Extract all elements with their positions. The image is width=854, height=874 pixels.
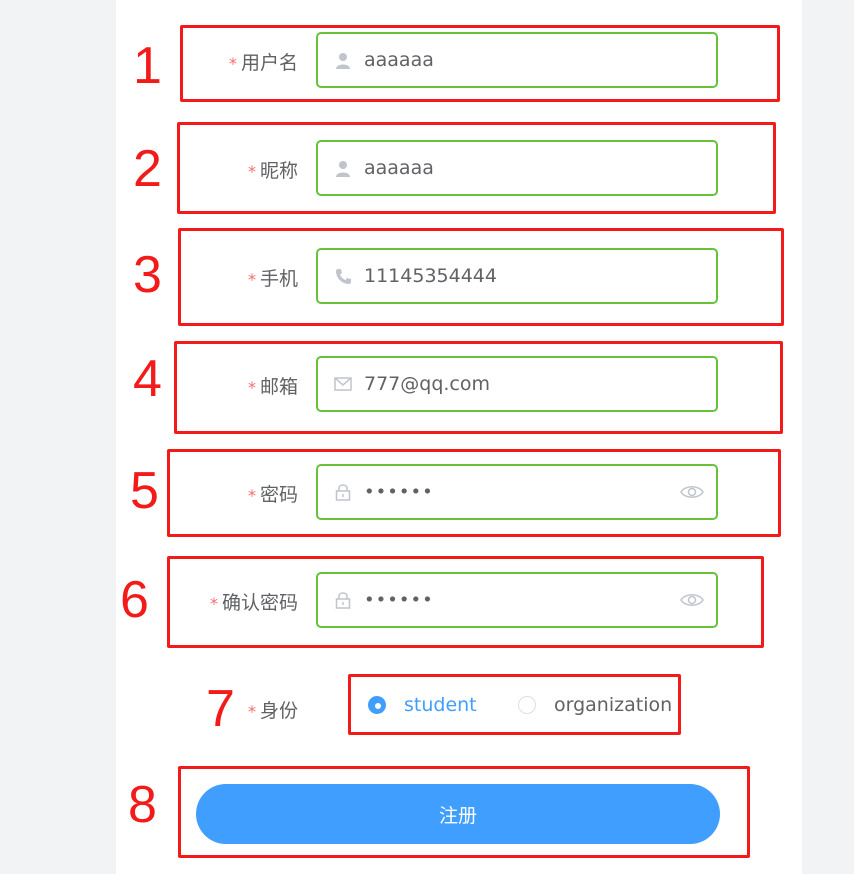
identity-label: * 身份 xyxy=(247,700,298,722)
annotation-box-2 xyxy=(177,122,776,214)
annotation-number-6: 6 xyxy=(120,571,149,629)
annotation-number-5: 5 xyxy=(130,462,159,520)
annotation-box-3 xyxy=(178,228,784,326)
annotation-number-2: 2 xyxy=(133,140,162,198)
annotation-box-5 xyxy=(167,449,781,537)
annotation-number-1: 1 xyxy=(133,37,162,95)
annotation-number-7: 7 xyxy=(206,680,235,738)
annotation-number-8: 8 xyxy=(128,776,157,834)
annotation-box-8 xyxy=(178,766,750,858)
annotation-box-4 xyxy=(174,341,783,434)
annotation-number-4: 4 xyxy=(133,350,162,408)
annotation-number-3: 3 xyxy=(133,246,162,304)
annotation-box-1 xyxy=(180,25,780,102)
annotation-box-7 xyxy=(348,674,681,735)
annotation-box-6 xyxy=(167,556,764,648)
required-mark: * xyxy=(247,702,256,721)
